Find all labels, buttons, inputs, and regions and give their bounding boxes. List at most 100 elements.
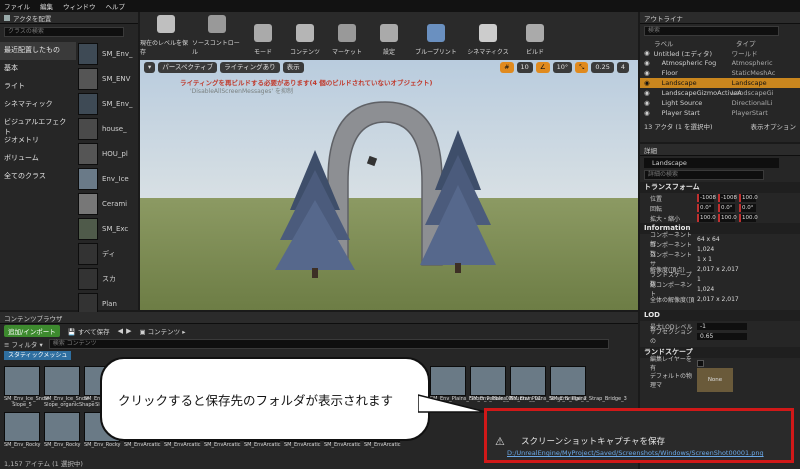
content-asset[interactable]: SM_Env_Rocky [4,412,41,448]
scale-x[interactable]: 100.0 [697,214,716,222]
blueprints-button[interactable]: ブループリント [410,12,462,60]
category-geometry[interactable]: ジオメトリ [0,132,76,150]
outliner-row[interactable]: ◉ LandscapeGizmoActiveA LandscapeGi [640,88,800,98]
class-search-input[interactable]: クラスの検索 [4,27,124,37]
material-thumbnail[interactable]: None [697,368,733,392]
add-import-button[interactable]: 追加/インポート [4,325,60,337]
view-options-button[interactable]: 表示オプション [751,121,797,131]
lighting-mode-button[interactable]: ライティングあり [220,62,280,73]
toolbar-label: マーケット [331,49,362,56]
content-browser-tab[interactable]: コンテンツブラウザ [0,312,638,324]
location-y[interactable]: -1008 [718,194,737,202]
back-arrow-icon[interactable]: ◀ [118,327,123,335]
category-volumes[interactable]: ボリューム [0,150,76,168]
menu-help[interactable]: ヘルプ [106,1,126,11]
perspective-button[interactable]: パースペクティブ [158,62,218,73]
static-mesh-filter-chip[interactable]: スタティックメッシュ [4,351,72,360]
outliner-row[interactable]: ◉ Floor StaticMeshAc [640,68,800,78]
annotation-callout: クリックすると保存先のフォルダが表示されます [100,357,430,441]
build-icon [526,24,544,42]
outliner-search-input[interactable]: 検索 [644,26,779,36]
forward-arrow-icon[interactable]: ▶ [126,327,131,335]
asset-item[interactable]: スカ [78,267,136,291]
content-asset[interactable]: SM_Env_Plains_Strap_Bridge_3 [550,366,627,402]
asset-item[interactable]: Env_Ice [78,167,136,191]
screenshot-notification[interactable]: スクリーンショットキャプチャを保存 D:/UnrealEngine/MyProj… [484,408,794,463]
filter-label: フィルタ [11,340,38,349]
content-asset[interactable]: SM_Env_Ice_Snow Slope_5 [4,366,49,408]
content-asset-label: SM_EnvArcatic [164,442,201,448]
asset-item[interactable]: SM_Exc [78,217,136,241]
category-lights[interactable]: ライト [0,78,76,96]
asset-item[interactable]: SM_Env_ [78,42,136,66]
transform-section[interactable]: トランスフォーム [640,182,800,193]
actor-name-field[interactable]: Landscape [644,158,779,168]
rotation-z[interactable]: 0.0° [739,204,756,212]
outliner-col-label[interactable]: ラベル [654,38,736,48]
outliner-tab[interactable]: アウトライナ [640,12,800,24]
settings-button[interactable]: 設定 [368,12,410,60]
asset-item[interactable]: ディ [78,242,136,266]
scale-y[interactable]: 100.0 [718,214,737,222]
subsection-input[interactable]: 0.65 [697,332,747,340]
save-level-button[interactable]: 現在のレベルを保存 [140,12,192,60]
location-x[interactable]: -1008 [697,194,716,202]
scale-snap-toggle[interactable]: ⤡ [575,62,589,73]
scale-snap-value[interactable]: 0.25 [591,62,614,73]
outliner-row[interactable]: ◉ Light Source DirectionalLi [640,98,800,108]
menu-file[interactable]: ファイル [4,1,30,11]
category-cinematic[interactable]: シネマティック [0,96,76,114]
content-asset[interactable]: SM_Env_Rocky [44,412,81,448]
menu-edit[interactable]: 編集 [40,1,53,11]
build-button[interactable]: ビルド [514,12,556,60]
max-lod-input[interactable]: -1 [697,322,747,330]
outliner-col-type[interactable]: タイプ [736,38,756,48]
outliner-row[interactable]: ◉ Atmospheric Fog Atmospheric [640,58,800,68]
details-search-input[interactable]: 詳細の検索 [644,170,764,180]
outliner-row[interactable]: ◉ Untitled (エディタ) ワールド [640,48,800,58]
rotation-y[interactable]: 0.0° [718,204,735,212]
grid-snap-toggle[interactable]: # [500,62,514,73]
menu-window[interactable]: ウィンドウ [63,1,96,11]
outliner-row-selected[interactable]: ◉ Landscape Landscape [640,78,800,88]
rotation-snap-toggle[interactable]: ∠ [535,62,550,73]
category-recent[interactable]: 最近配置したもの [0,42,76,60]
screenshot-path-link[interactable]: D:/UnrealEngine/MyProject/Saved/Screensh… [507,449,764,457]
rotation-snap-value[interactable]: 10° [552,62,573,73]
source-control-button[interactable]: ソースコントロール [192,12,242,60]
edit-layer-checkbox[interactable] [697,359,704,367]
asset-label: ディ [102,250,116,258]
asset-item[interactable]: HOU_pl [78,142,136,166]
asset-item[interactable]: SM_Env_ [78,92,136,116]
scale-z[interactable]: 100.0 [739,214,758,222]
content-asset[interactable]: SM_Env_Ice_Snow Slope_organicShape [44,366,95,408]
asset-item[interactable]: house_ [78,117,136,141]
category-basic[interactable]: 基本 [0,60,76,78]
grid-snap-value[interactable]: 10 [516,62,533,73]
filter-button[interactable]: ≡ フィルタ ▾ [4,339,43,349]
modes-button[interactable]: モード [242,12,284,60]
category-visual-effects[interactable]: ビジュアルエフェクト [0,114,76,136]
show-button[interactable]: 表示 [282,62,304,73]
content-button[interactable]: コンテンツ [284,12,326,60]
location-z[interactable]: 100.0 [739,194,758,202]
lod-section[interactable]: LOD [640,310,800,321]
asset-item[interactable]: SM_ENV [78,67,136,91]
viewport-menu-button[interactable]: ▾ [144,62,156,73]
content-search-input[interactable]: 検索 コンテンツ [48,338,609,349]
place-actors-tab[interactable]: アクタを配置 [0,12,138,24]
path-breadcrumb[interactable]: ▣ コンテンツ ▸ [139,326,185,336]
save-all-button[interactable]: 💾 すべて保存 [68,326,110,336]
details-tab[interactable]: 詳細 [640,144,800,156]
content-asset-thumbnail [4,412,40,442]
rotation-x[interactable]: 0.0° [697,204,714,212]
category-all-classes[interactable]: 全てのクラス [0,168,76,186]
level-viewport[interactable]: ▾ パースペクティブ ライティングあり 表示 # 10 ∠ 10° ⤡ 0.25… [140,60,638,310]
marketplace-button[interactable]: マーケット [326,12,368,60]
default-material-label: デフォルトの物理マ [650,373,693,389]
content-asset[interactable]: SM_Env_Plains_Strap_Bridge_2 [510,366,587,402]
camera-speed-value[interactable]: 4 [616,62,629,73]
asset-item[interactable]: Cerami [78,192,136,216]
cinematics-button[interactable]: シネマティクス [462,12,514,60]
outliner-row[interactable]: ◉ Player Start PlayerStart [640,108,800,118]
